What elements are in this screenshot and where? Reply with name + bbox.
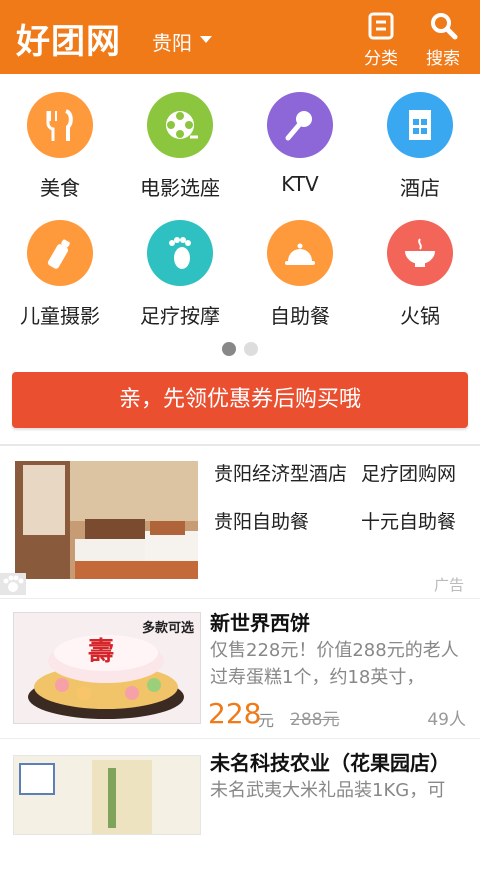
category-label: 火锅: [400, 304, 440, 328]
search-button[interactable]: 搜索: [418, 10, 468, 69]
food-icon-circle: [27, 92, 93, 158]
rice-gift-picture: [14, 756, 200, 834]
sold-count: 49人: [427, 710, 466, 730]
fork-knife-icon: [46, 109, 73, 141]
hotel-icon-circle: [387, 92, 453, 158]
deal-title: 新世界西饼: [210, 611, 310, 635]
page-dot[interactable]: [244, 342, 258, 356]
hotpot-icon-circle: [387, 220, 453, 286]
category-button[interactable]: 分类: [356, 10, 406, 69]
ad-banner[interactable]: 贵阳经济型酒店 足疗团购网 贵阳自助餐 十元自助餐 广告: [0, 446, 480, 596]
category-ktv[interactable]: KTV: [240, 92, 360, 202]
category-label: 足疗按摩: [140, 304, 220, 328]
foot-icon: [169, 237, 191, 269]
deal-description: 仅售228元！价值288元的老人过寿蛋糕1个，约18英寸，: [210, 640, 459, 688]
category-label: KTV: [281, 172, 319, 196]
film-reel-icon: [166, 111, 198, 139]
hotel-room-image[interactable]: [15, 461, 198, 579]
baby-bottle-icon: [47, 239, 70, 269]
search-label: 搜索: [426, 49, 460, 69]
foot-icon-circle: [147, 220, 213, 286]
page-dot-active[interactable]: [222, 342, 236, 356]
category-hotel[interactable]: 酒店: [360, 92, 480, 202]
category-label: 酒店: [400, 176, 440, 200]
category-foot-massage[interactable]: 足疗按摩: [120, 220, 240, 330]
search-icon: [431, 13, 458, 40]
app-logo[interactable]: 好团网: [16, 14, 121, 63]
category-label: 美食: [40, 176, 80, 200]
deal-price: 228: [208, 697, 262, 730]
original-price: 288元: [290, 710, 340, 730]
ad-link-foot-massage[interactable]: 足疗团购网: [361, 459, 456, 486]
deal-item[interactable]: 壽 多款可选 新世界西饼 仅售228元！价值288元的老人过寿蛋糕1个，约18英…: [0, 598, 480, 738]
hotpot-icon: [405, 238, 435, 267]
image-caption: 多款可选: [141, 621, 194, 636]
category-label: 电影选座: [140, 176, 220, 200]
movie-icon-circle: [147, 92, 213, 158]
cake-character: 壽: [88, 637, 115, 667]
rice-gift-image[interactable]: [13, 755, 201, 835]
buffet-icon-circle: [267, 220, 333, 286]
deal-item[interactable]: 未名科技农业（花果园店） 未名武夷大米礼品装1KG，可: [0, 738, 480, 878]
category-icon: [368, 12, 394, 40]
deal-title: 未名科技农业（花果园店）: [210, 751, 450, 775]
paw-icon: [0, 573, 26, 595]
category-label: 自助餐: [270, 304, 330, 328]
ktv-icon-circle: [267, 92, 333, 158]
kids-photo-icon-circle: [27, 220, 93, 286]
dish-cover-icon: [285, 243, 315, 265]
top-bar: 好团网 贵阳 分类 搜索: [0, 0, 480, 74]
category-movie[interactable]: 电影选座: [120, 92, 240, 202]
category-kids-photo[interactable]: 儿童摄影: [0, 220, 120, 330]
chevron-down-icon[interactable]: [200, 36, 212, 43]
category-label: 分类: [364, 49, 398, 69]
city-selector[interactable]: 贵阳: [152, 27, 192, 56]
price-unit: 元: [258, 711, 275, 730]
ad-link-budget-hotel[interactable]: 贵阳经济型酒店: [214, 459, 347, 486]
category-food[interactable]: 美食: [0, 92, 120, 202]
category-hotpot[interactable]: 火锅: [360, 220, 480, 330]
hotel-icon: [409, 110, 431, 140]
category-label: 儿童摄影: [20, 304, 100, 328]
ad-link-buffet[interactable]: 贵阳自助餐: [214, 507, 309, 534]
ad-tag: 广告: [433, 576, 464, 594]
cake-image[interactable]: 壽 多款可选: [13, 612, 201, 724]
microphone-icon: [285, 111, 312, 141]
hotel-room-picture: [15, 461, 198, 579]
category-buffet[interactable]: 自助餐: [240, 220, 360, 330]
ad-link-ten-yuan-buffet[interactable]: 十元自助餐: [361, 507, 456, 534]
get-coupon-button[interactable]: 亲，先领优惠券后购买哦: [12, 372, 468, 428]
